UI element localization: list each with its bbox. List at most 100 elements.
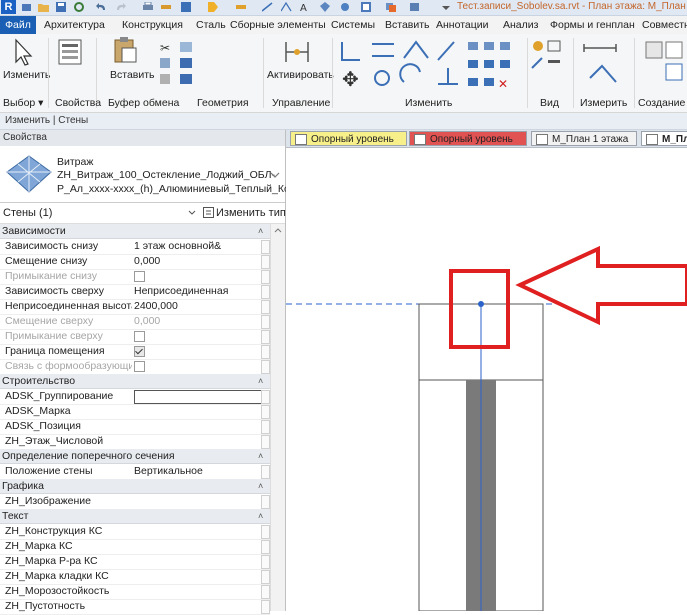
- modify-cursor-icon[interactable]: [12, 38, 36, 66]
- property-group-header[interactable]: Строительство ˄: [0, 374, 270, 389]
- property-row[interactable]: Примыкание сверху: [0, 329, 270, 345]
- filter-chevron-icon[interactable]: [188, 210, 196, 216]
- property-row[interactable]: ZH_Марка КС: [0, 539, 270, 555]
- associate-parameter-icon[interactable]: [261, 540, 270, 554]
- property-group-header[interactable]: Определение поперечного сечения ˄: [0, 449, 270, 464]
- associate-parameter-icon[interactable]: [261, 285, 270, 299]
- chevron-down-icon[interactable]: [270, 172, 280, 178]
- collapse-chevron-icon[interactable]: ˄: [258, 374, 263, 389]
- tab-massing-site[interactable]: Формы и генплан: [550, 16, 635, 34]
- text-icon[interactable]: A: [299, 2, 310, 12]
- associate-parameter-icon[interactable]: [261, 420, 270, 434]
- drawing-canvas[interactable]: [286, 148, 687, 612]
- sync-icon[interactable]: [74, 2, 85, 12]
- collapse-chevron-icon[interactable]: ˄: [258, 509, 263, 524]
- tab-annotate[interactable]: Аннотации: [436, 16, 489, 34]
- instance-filter[interactable]: Стены (1) Изменить тип: [0, 203, 286, 224]
- associate-parameter-icon[interactable]: [261, 360, 270, 374]
- home-icon[interactable]: [21, 2, 32, 12]
- associate-parameter-icon[interactable]: [261, 585, 270, 599]
- customize-icon[interactable]: [410, 2, 421, 12]
- associate-parameter-icon[interactable]: [261, 495, 270, 509]
- tab-file[interactable]: Файл: [0, 16, 36, 34]
- edit-type-icon[interactable]: [203, 207, 214, 218]
- modify-button[interactable]: Изменить: [3, 69, 50, 81]
- tab-systems[interactable]: Системы: [331, 16, 375, 34]
- print-icon[interactable]: [143, 2, 154, 12]
- property-value[interactable]: Вертикальное: [134, 464, 260, 479]
- property-group-header[interactable]: Зависимости ˄: [0, 224, 270, 239]
- tab-precast[interactable]: Сборные элементы: [230, 16, 326, 34]
- associate-parameter-icon[interactable]: [261, 435, 270, 449]
- property-row[interactable]: ADSK_Марка: [0, 404, 270, 420]
- associate-parameter-icon[interactable]: [261, 315, 270, 329]
- property-row[interactable]: Зависимость сверху Неприсоединенная: [0, 284, 270, 300]
- tag-icon[interactable]: [208, 2, 219, 12]
- associate-parameter-icon[interactable]: [261, 300, 270, 314]
- tab-view-plan-1[interactable]: М_План 1 этажа: [531, 131, 637, 146]
- redo-icon[interactable]: [116, 2, 127, 12]
- property-group-header[interactable]: Графика ˄: [0, 479, 270, 494]
- quick-access-dropdown-icon[interactable]: [441, 2, 452, 12]
- align-icon[interactable]: [181, 2, 192, 12]
- measure-tools-icon[interactable]: [580, 38, 628, 88]
- property-row[interactable]: ZH_Марка кладки КС: [0, 569, 270, 585]
- tab-view-level-1[interactable]: Опорный уровень: [290, 131, 407, 146]
- property-row[interactable]: Зависимость снизу 1 этаж основной&: [0, 239, 270, 255]
- scroll-up-icon[interactable]: [274, 227, 282, 233]
- associate-parameter-icon[interactable]: [261, 270, 270, 284]
- dimension-icon[interactable]: [281, 2, 292, 12]
- 3d-view-icon[interactable]: [320, 2, 331, 12]
- associate-parameter-icon[interactable]: [261, 405, 270, 419]
- tab-collaborate[interactable]: Совместн: [642, 16, 687, 34]
- property-value[interactable]: 2400,000: [134, 299, 260, 314]
- property-row[interactable]: Положение стены Вертикальное: [0, 464, 270, 480]
- associate-parameter-icon[interactable]: [261, 345, 270, 359]
- panel-select[interactable]: Выбор ▾: [3, 97, 43, 109]
- switch-windows-icon[interactable]: [386, 2, 397, 12]
- property-checkbox[interactable]: [134, 346, 145, 357]
- wall-end-grip[interactable]: [478, 301, 484, 307]
- app-logo-button[interactable]: R: [1, 0, 16, 14]
- associate-parameter-icon[interactable]: [261, 555, 270, 569]
- property-row[interactable]: ZH_Морозостойкость: [0, 584, 270, 600]
- associate-parameter-icon[interactable]: [261, 525, 270, 539]
- property-group-header[interactable]: Текст ˄: [0, 509, 270, 524]
- property-row[interactable]: Примыкание снизу: [0, 269, 270, 285]
- close-hidden-icon[interactable]: [361, 2, 372, 12]
- create-tools-icon[interactable]: [642, 38, 686, 88]
- tab-view-plan-active[interactable]: М_План: [641, 131, 687, 146]
- filter-label[interactable]: Стены (1): [3, 207, 52, 219]
- tab-architecture[interactable]: Архитектура: [44, 16, 105, 34]
- tab-steel[interactable]: Сталь: [196, 16, 226, 34]
- activate-dimensions-icon[interactable]: [282, 38, 312, 66]
- section-icon[interactable]: [340, 2, 351, 12]
- tab-structure[interactable]: Конструкция: [122, 16, 183, 34]
- associate-parameter-icon[interactable]: [261, 390, 270, 404]
- property-row[interactable]: ADSK_Группирование: [0, 389, 270, 405]
- associate-parameter-icon[interactable]: [261, 240, 270, 254]
- wall-icon[interactable]: [236, 2, 247, 12]
- clipboard-tools-icon[interactable]: ✂: [160, 40, 200, 90]
- collapse-chevron-icon[interactable]: ˄: [258, 224, 263, 239]
- line-icon[interactable]: [262, 2, 273, 12]
- property-row[interactable]: ZH_Конструкция КС: [0, 524, 270, 540]
- property-row[interactable]: Граница помещения: [0, 344, 270, 360]
- open-folder-icon[interactable]: [38, 2, 49, 12]
- property-row[interactable]: ADSK_Позиция: [0, 419, 270, 435]
- tab-view-level-2[interactable]: Опорный уровень: [409, 131, 527, 146]
- property-row[interactable]: ZH_Этаж_Числовой: [0, 434, 270, 450]
- property-row[interactable]: Смещение снизу 0,000: [0, 254, 270, 270]
- edit-type-button[interactable]: Изменить тип: [216, 207, 286, 219]
- property-row[interactable]: ZH_Марка Р-ра КС: [0, 554, 270, 570]
- type-selector[interactable]: Витраж ZH_Витраж_100_Остекление_Лоджий_О…: [0, 146, 304, 203]
- save-icon[interactable]: [56, 2, 67, 12]
- property-value[interactable]: 0,000: [134, 254, 260, 269]
- activate-button[interactable]: Активировать: [267, 69, 334, 81]
- measure-icon[interactable]: [161, 2, 172, 12]
- property-row[interactable]: Смещение сверху 0,000: [0, 314, 270, 330]
- type-properties-icon[interactable]: [56, 38, 86, 66]
- associate-parameter-icon[interactable]: [261, 255, 270, 269]
- associate-parameter-icon[interactable]: [261, 330, 270, 344]
- associate-parameter-icon[interactable]: [261, 570, 270, 584]
